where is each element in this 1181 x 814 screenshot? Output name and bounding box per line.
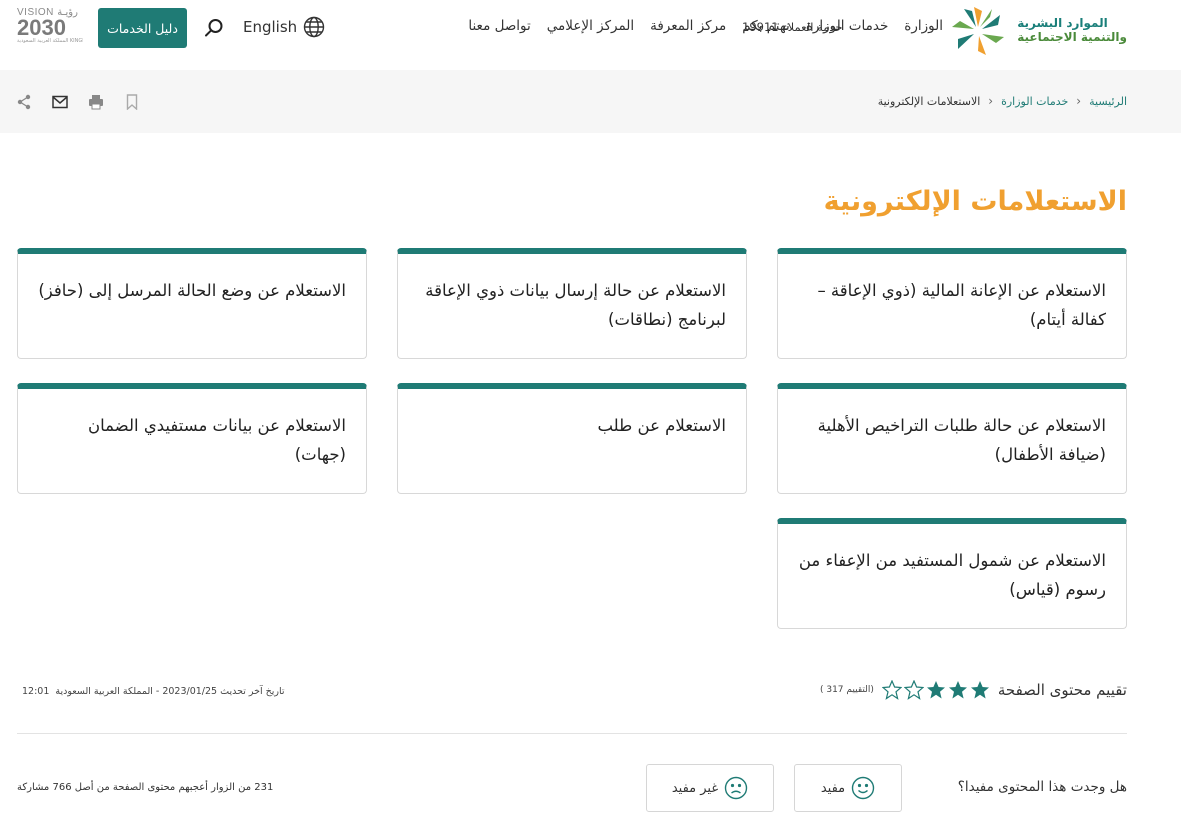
logo-line2: والتنمية الاجتماعية	[1017, 30, 1127, 44]
nav-media-center[interactable]: المركز الإعلامي	[547, 18, 634, 34]
star-icon[interactable]	[903, 680, 924, 700]
vision-subtitle: المملكة العربية السعودية KINGDOM OF SAUD…	[17, 38, 83, 44]
print-icon	[89, 95, 103, 110]
helpful-button[interactable]: مفيد	[794, 764, 902, 812]
logo-line1: الموارد البشرية	[1017, 16, 1108, 30]
breadcrumb-home[interactable]: الرئيسية	[1089, 95, 1127, 108]
inquiry-card-qiyas-exemption[interactable]: الاستعلام عن شمول المستفيد من الإعفاء من…	[777, 518, 1127, 629]
page-tools	[16, 94, 140, 110]
print-button[interactable]	[88, 94, 104, 110]
services-guide-button[interactable]: دليل الخدمات	[98, 8, 187, 48]
main-nav: الوزارة خدمات الوزارة نهتم بكم مركز المع…	[468, 18, 943, 34]
nav-knowledge-center[interactable]: مركز المعرفة	[650, 18, 726, 34]
card-label: الاستعلام عن حالة إرسال بيانات ذوي الإعا…	[425, 281, 726, 329]
rating-label: تقييم محتوى الصفحة	[997, 681, 1127, 699]
breadcrumb-services[interactable]: خدمات الوزارة	[1001, 95, 1068, 108]
search-icon	[205, 19, 223, 37]
ministry-emblem-icon	[952, 7, 1005, 55]
star-icon[interactable]	[926, 680, 946, 700]
ministry-logo[interactable]: الموارد البشرية والتنمية الاجتماعية	[945, 4, 1127, 56]
email-button[interactable]	[52, 94, 68, 110]
happy-face-icon	[851, 776, 875, 800]
breadcrumb: الرئيسية ‹ خدمات الوزارة ‹ الاستعلامات ا…	[878, 94, 1127, 108]
chevron-left-icon: ‹	[988, 94, 994, 108]
page-rating: تقييم محتوى الصفحة (التقييم 317 )	[820, 680, 1127, 700]
language-label: English	[243, 18, 298, 36]
site-header: الموارد البشرية والتنمية الاجتماعية الوز…	[0, 0, 1181, 70]
not-helpful-button[interactable]: غير مفيد	[646, 764, 774, 812]
inquiry-card-private-licenses[interactable]: الاستعلام عن حالة طلبات التراخيص الأهلية…	[777, 383, 1127, 494]
logo-text: الموارد البشرية والتنمية الاجتماعية	[1017, 16, 1127, 44]
mail-icon	[52, 95, 68, 109]
bookmark-button[interactable]	[124, 94, 140, 110]
last-updated-date: تاريخ آخر تحديث 2023/01/25 - المملكة الع…	[55, 686, 285, 697]
nav-ministry[interactable]: الوزارة	[904, 18, 943, 34]
inquiry-card-request[interactable]: الاستعلام عن طلب	[397, 383, 747, 494]
vision-2030-logo[interactable]: VISION رؤيـة 2030 المملكة العربية السعود…	[17, 7, 83, 49]
customer-service-hotline[interactable]: خدمة العملاء 19911	[742, 20, 843, 34]
share-button[interactable]	[16, 94, 32, 110]
search-button[interactable]	[203, 17, 225, 39]
helpful-label: مفيد	[820, 780, 846, 796]
section-divider	[17, 733, 1127, 734]
breadcrumb-bar: الرئيسية ‹ خدمات الوزارة ‹ الاستعلامات ا…	[0, 70, 1181, 133]
inquiry-card-financial-aid[interactable]: الاستعلام عن الإعانة المالية (ذوي الإعاق…	[777, 248, 1127, 359]
sad-face-icon	[724, 776, 748, 800]
share-icon	[17, 94, 31, 110]
card-label: الاستعلام عن شمول المستفيد من الإعفاء من…	[798, 551, 1106, 599]
card-label: الاستعلام عن طلب	[597, 416, 726, 435]
last-updated: تاريخ آخر تحديث 2023/01/25 - المملكة الع…	[22, 686, 285, 697]
rating-count: (التقييم 317 )	[819, 685, 874, 695]
star-icon[interactable]	[948, 680, 968, 700]
star-icon[interactable]	[970, 680, 990, 700]
card-label: الاستعلام عن حالة طلبات التراخيص الأهلية…	[817, 416, 1106, 464]
inquiry-card-social-security-beneficiaries[interactable]: الاستعلام عن بيانات مستفيدي الضمان (جهات…	[17, 383, 367, 494]
chevron-left-icon: ‹	[1076, 94, 1082, 108]
star-icon[interactable]	[881, 680, 902, 700]
language-switch[interactable]: English	[243, 16, 325, 38]
breadcrumb-current: الاستعلامات الإلكترونية	[877, 94, 981, 108]
vision-year: 2030	[17, 15, 66, 40]
feedback-stat: 231 من الزوار أعجبهم محتوى الصفحة من أصل…	[17, 782, 274, 793]
card-label: الاستعلام عن الإعانة المالية (ذوي الإعاق…	[817, 281, 1106, 329]
nav-contact[interactable]: تواصل معنا	[468, 18, 530, 34]
rating-stars[interactable]	[881, 680, 990, 700]
page-title: الاستعلامات الإلكترونية	[823, 186, 1127, 217]
feedback-question: هل وجدت هذا المحتوى مفيدا؟	[957, 779, 1127, 795]
globe-icon	[303, 16, 325, 38]
last-updated-time: 12:01	[22, 686, 50, 697]
inquiry-card-disability-data-nitaqat[interactable]: الاستعلام عن حالة إرسال بيانات ذوي الإعا…	[397, 248, 747, 359]
not-helpful-label: غير مفيد	[671, 780, 719, 796]
inquiry-card-hafiz-status[interactable]: الاستعلام عن وضع الحالة المرسل إلى (حافز…	[17, 248, 367, 359]
bookmark-icon	[126, 94, 138, 110]
card-label: الاستعلام عن بيانات مستفيدي الضمان (جهات…	[88, 416, 346, 464]
card-label: الاستعلام عن وضع الحالة المرسل إلى (حافز…	[38, 281, 346, 300]
